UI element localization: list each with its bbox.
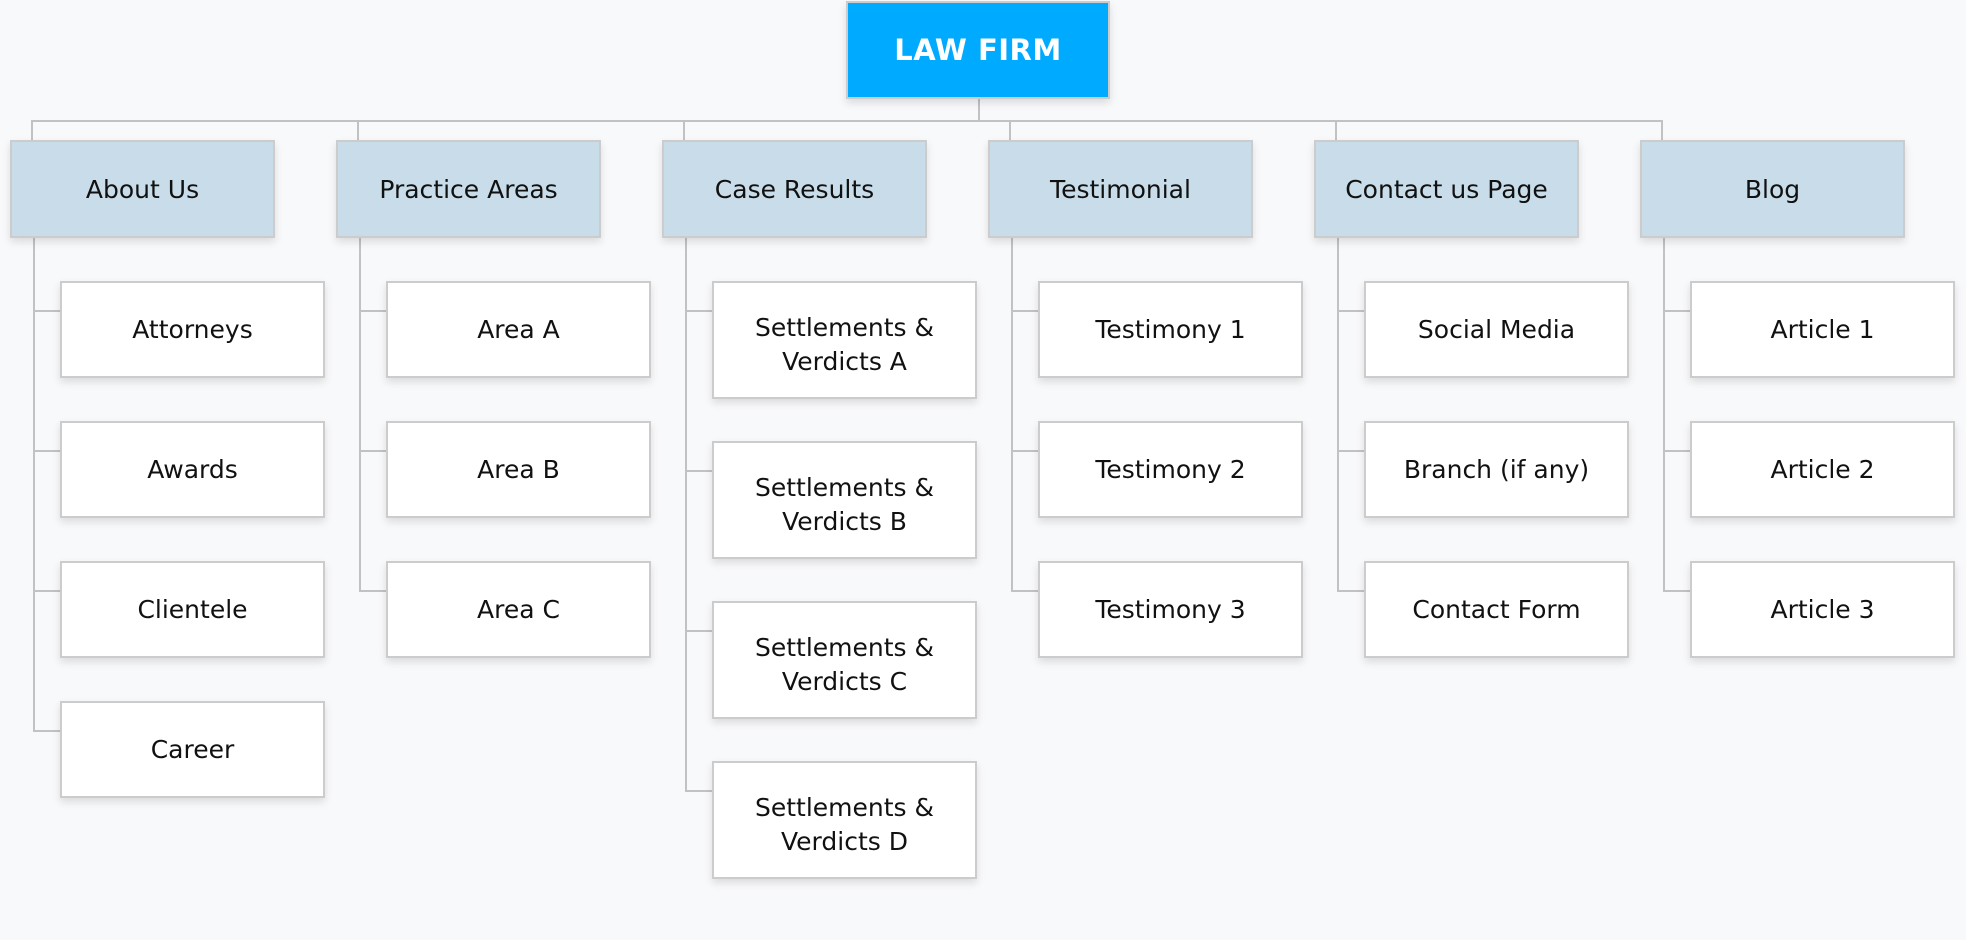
branch-node-testimonial[interactable]: Testimonial [988,140,1253,238]
connector-stub [33,730,60,732]
child-node-label: Settlements & Verdicts C [754,633,935,691]
connector-drop-about-us [31,120,33,140]
child-node-testimonial[interactable]: Testimony 1 [1038,281,1303,378]
connector-drop-testimonial [1009,120,1011,140]
branch-node-about-us[interactable]: About Us [10,140,275,238]
child-node-label: Area A [477,314,560,344]
connector-stub [1337,310,1364,312]
branch-node-contact-us-page[interactable]: Contact us Page [1314,140,1579,238]
root-node-label: LAW FIRM [894,33,1062,67]
child-node-testimonial[interactable]: Testimony 3 [1038,561,1303,658]
connector-stub [685,310,712,312]
child-node-practice-areas[interactable]: Area A [386,281,651,378]
connector-stub [685,790,712,792]
child-node-label: Testimony 3 [1095,594,1246,624]
child-node-label: Article 1 [1770,314,1875,344]
child-node-label: Awards [147,454,238,484]
connector-trunk-blog [1663,238,1665,592]
child-node-label: Branch (if any) [1403,454,1590,484]
child-node-label: Clientele [137,594,248,624]
child-node-label: Social Media [1417,314,1576,344]
child-node-case-results[interactable]: Settlements & Verdicts D [712,761,977,879]
child-node-blog[interactable]: Article 1 [1690,281,1955,378]
connector-stub [1337,590,1364,592]
child-node-label: Settlements & Verdicts B [754,473,935,531]
connector-stub [1663,590,1690,592]
child-node-practice-areas[interactable]: Area C [386,561,651,658]
branch-node-label: Blog [1744,174,1801,204]
branch-node-label: Case Results [714,174,875,204]
connector-stub [359,450,386,452]
child-node-label: Testimony 2 [1095,454,1246,484]
connector-stub [33,450,60,452]
child-node-case-results[interactable]: Settlements & Verdicts B [712,441,977,559]
connector-drop-practice-areas [357,120,359,140]
connector-stub [1337,450,1364,452]
connector-stub [685,630,712,632]
connector-bus [31,120,1663,122]
child-node-case-results[interactable]: Settlements & Verdicts A [712,281,977,399]
connector-stub [685,470,712,472]
connector-drop-blog [1661,120,1663,140]
child-node-contact-us-page[interactable]: Contact Form [1364,561,1629,658]
child-node-contact-us-page[interactable]: Social Media [1364,281,1629,378]
connector-stub [1663,450,1690,452]
child-node-label: Settlements & Verdicts A [754,313,935,371]
child-node-label: Area B [477,454,560,484]
connector-trunk-practice-areas [359,238,361,592]
connector-drop-case-results [683,120,685,140]
connector-stub [1663,310,1690,312]
child-node-label: Area C [477,594,560,624]
connector-stub [1011,590,1038,592]
branch-node-label: About Us [85,174,200,204]
child-node-label: Settlements & Verdicts D [754,793,935,851]
child-node-about-us[interactable]: Awards [60,421,325,518]
child-node-about-us[interactable]: Attorneys [60,281,325,378]
connector-stub [359,590,386,592]
child-node-testimonial[interactable]: Testimony 2 [1038,421,1303,518]
connector-stub [33,590,60,592]
branch-node-label: Testimonial [1050,174,1191,204]
branch-node-practice-areas[interactable]: Practice Areas [336,140,601,238]
child-node-label: Article 2 [1770,454,1875,484]
connector-stub [1011,450,1038,452]
child-node-label: Testimony 1 [1095,314,1246,344]
sitemap-diagram: Attorneys Awards Clientele Career About Us Ar… [0,0,1966,940]
connector-stub [33,310,60,312]
child-node-about-us[interactable]: Clientele [60,561,325,658]
child-node-blog[interactable]: Article 2 [1690,421,1955,518]
connector-trunk-about-us [33,238,35,732]
child-node-label: Career [150,734,235,764]
branch-node-blog[interactable]: Blog [1640,140,1905,238]
child-node-blog[interactable]: Article 3 [1690,561,1955,658]
connector-trunk-case-results [685,238,687,792]
child-node-label: Attorneys [132,314,253,344]
root-node-law-firm[interactable]: LAW FIRM [846,1,1110,99]
branch-node-label: Practice Areas [379,174,558,204]
child-node-about-us[interactable]: Career [60,701,325,798]
branch-node-case-results[interactable]: Case Results [662,140,927,238]
connector-root-stem [978,99,980,120]
child-node-contact-us-page[interactable]: Branch (if any) [1364,421,1629,518]
connector-stub [359,310,386,312]
child-node-practice-areas[interactable]: Area B [386,421,651,518]
connector-trunk-contact-us-page [1337,238,1339,592]
child-node-label: Contact Form [1412,594,1581,624]
connector-drop-contact-us-page [1335,120,1337,140]
child-node-case-results[interactable]: Settlements & Verdicts C [712,601,977,719]
connector-trunk-testimonial [1011,238,1013,592]
child-node-label: Article 3 [1770,594,1875,624]
connector-stub [1011,310,1038,312]
branch-node-label: Contact us Page [1345,174,1548,204]
